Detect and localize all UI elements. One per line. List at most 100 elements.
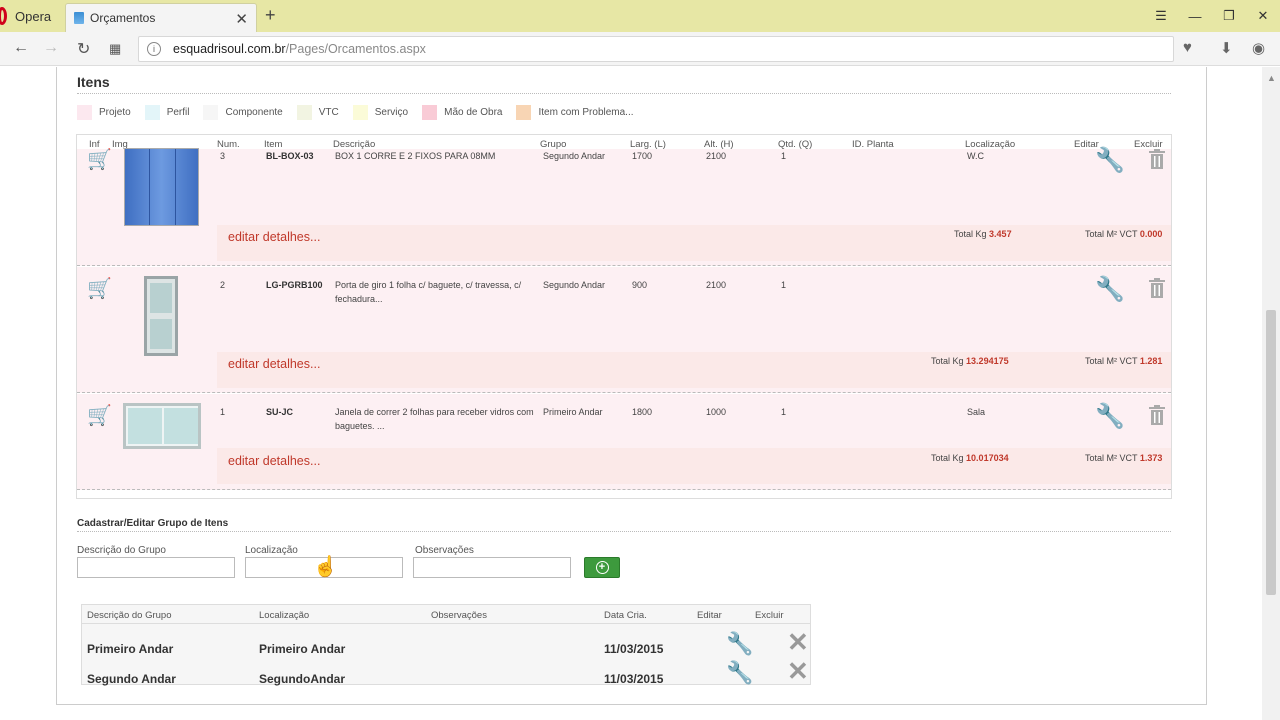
scroll-thumb[interactable] (1266, 310, 1276, 595)
legend-swatch (516, 105, 532, 120)
total-kg-value: 3.457 (989, 229, 1012, 239)
opera-menu-label: Opera (15, 8, 52, 24)
groups-table: Descrição do Grupo Localização Observaçõ… (81, 604, 811, 687)
trash-icon[interactable] (1148, 405, 1166, 425)
plus-circle-icon: + (595, 561, 609, 574)
total-m2-value: 0.000 (1139, 229, 1163, 239)
url-path: /Pages/Orcamentos.aspx (285, 42, 426, 56)
cell-alt: 2100 (706, 151, 727, 161)
legend-item: Componente (203, 105, 283, 120)
trash-icon[interactable] (1148, 278, 1166, 298)
cart-icon[interactable]: 🛒 (87, 403, 112, 428)
wrench-icon[interactable]: 🔧 (1095, 275, 1125, 304)
group-localizacao: Primeiro Andar (259, 642, 346, 656)
legend: Projeto Perfil Componente VTC Serviço Mã… (77, 105, 648, 120)
cell-grupo: Segundo Andar (543, 151, 606, 161)
frame-border (1206, 67, 1207, 705)
localizacao-label: Localização (245, 545, 298, 556)
close-tab-icon[interactable]: ✕ (235, 10, 248, 28)
trash-icon[interactable] (1148, 149, 1166, 169)
edit-details-link[interactable]: editar detalhes... (228, 454, 320, 468)
product-image[interactable] (124, 148, 199, 226)
product-image[interactable] (123, 403, 201, 449)
descricao-grupo-input[interactable] (77, 557, 235, 578)
cell-qtd: 1 (781, 151, 787, 161)
site-info-icon[interactable]: i (147, 42, 161, 56)
legend-item: Mão de Obra (422, 105, 502, 120)
group-localizacao: SegundoAndar (259, 672, 345, 686)
divider (77, 93, 1171, 94)
download-icon[interactable]: ⬇ (1220, 39, 1233, 57)
opera-menu-button[interactable]: Opera (0, 0, 60, 32)
speed-dial-icon[interactable]: ▦ (109, 41, 121, 57)
total-kg-label: Total Kg (954, 229, 987, 239)
cell-larg: 1700 (632, 151, 653, 161)
legend-item: Perfil (144, 105, 189, 120)
legend-swatch (77, 105, 92, 120)
cell-alt: 1000 (706, 407, 727, 417)
edit-details-link[interactable]: editar detalhes... (228, 230, 320, 244)
restore-icon[interactable]: ❐ (1212, 8, 1246, 24)
minimize-icon[interactable]: — (1178, 9, 1212, 24)
legend-label: Mão de Obra (444, 107, 503, 118)
reload-icon[interactable]: ↻ (77, 39, 90, 59)
cell-item: SU-JC (266, 407, 294, 417)
legend-swatch (422, 105, 438, 120)
group-descricao: Segundo Andar (87, 672, 176, 686)
cell-descricao: Porta de giro 1 folha c/ baguete, c/ tra… (335, 280, 522, 304)
new-tab-icon[interactable]: + (265, 5, 276, 26)
delete-group-x-icon[interactable]: ✕ (787, 656, 809, 687)
heart-icon[interactable]: ♥ (1183, 39, 1192, 56)
cell-num: 3 (220, 151, 226, 161)
total-m2: Total M² VCT 0.000 (1085, 229, 1162, 239)
header-descricao-grupo: Descrição do Grupo (87, 610, 172, 621)
forward-icon[interactable]: → (43, 39, 59, 57)
total-m2: Total M² VCT 1.373 (1085, 453, 1162, 463)
header-observacoes: Observações (431, 610, 487, 621)
url-host: esquadrisoul.com.br (173, 42, 286, 56)
wrench-icon[interactable]: 🔧 (1095, 402, 1125, 431)
legend-item: VTC (296, 105, 339, 120)
total-m2-value: 1.373 (1139, 453, 1163, 463)
header-editar: Editar (697, 610, 722, 621)
tab-menu-icon[interactable]: ☰ (1144, 8, 1178, 24)
total-m2-label: Total M² VCT (1085, 356, 1138, 366)
delete-group-x-icon[interactable]: ✕ (787, 627, 809, 658)
edit-group-wrench-icon[interactable]: 🔧 (726, 631, 753, 657)
cell-num: 1 (220, 407, 226, 417)
add-group-button[interactable]: + (584, 557, 620, 578)
browser-titlebar: Opera Orçamentos ✕ + ☰ — ❐ ✕ (0, 0, 1280, 32)
close-window-icon[interactable]: ✕ (1246, 8, 1280, 24)
total-kg-value: 13.294175 (966, 356, 1009, 366)
legend-label: Projeto (99, 107, 131, 118)
tab-title: Orçamentos (90, 11, 156, 25)
page-scrollbar[interactable]: ▲ (1262, 67, 1280, 720)
row-details-strip (217, 352, 1171, 388)
edit-group-wrench-icon[interactable]: 🔧 (726, 660, 753, 686)
header-excluir: Excluir (755, 610, 784, 621)
account-icon[interactable]: ◉ (1252, 39, 1265, 57)
tab-orcamentos[interactable]: Orçamentos ✕ (65, 3, 257, 32)
cell-localizacao: W.C (967, 151, 984, 161)
cell-num: 2 (220, 280, 226, 290)
product-image[interactable] (144, 276, 178, 356)
total-kg: Total Kg 3.457 (954, 229, 1012, 239)
legend-label: VTC (318, 107, 339, 118)
total-m2-label: Total M² VCT (1085, 229, 1138, 239)
wrench-icon[interactable]: 🔧 (1095, 146, 1125, 175)
cart-icon[interactable]: 🛒 (87, 147, 112, 172)
table-row: 🛒 1 SU-JC Janela de correr 2 folhas para… (77, 394, 1171, 490)
edit-details-link[interactable]: editar detalhes... (228, 357, 320, 371)
address-bar[interactable]: i esquadrisoul.com.br/Pages/Orcamentos.a… (138, 36, 1174, 62)
scroll-up-icon[interactable]: ▲ (1267, 73, 1276, 83)
total-kg-value: 10.017034 (966, 453, 1009, 463)
cell-qtd: 1 (781, 280, 787, 290)
cart-icon[interactable]: 🛒 (87, 276, 112, 301)
legend-item: Item com Problema... (516, 105, 634, 120)
back-icon[interactable]: ← (13, 39, 29, 57)
observacoes-input[interactable] (413, 557, 571, 578)
items-title: Itens (77, 74, 110, 90)
browser-navbar: ← → ↻ ▦ i esquadrisoul.com.br/Pages/Orca… (0, 32, 1280, 66)
legend-swatch (296, 105, 312, 120)
page-content: Itens Projeto Perfil Componente VTC Serv… (0, 67, 1280, 720)
